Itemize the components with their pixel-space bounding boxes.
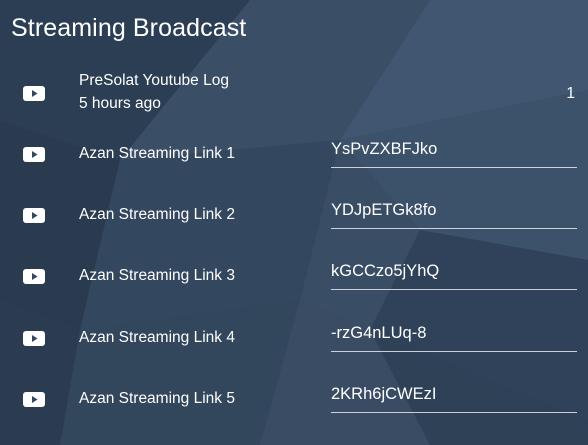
streaming-link-input-3[interactable]: kGCCzo5jYhQ xyxy=(331,260,577,290)
youtube-icon xyxy=(23,392,45,407)
streaming-link-value-1: YsPvZXBFJko xyxy=(331,140,438,158)
streaming-link-input-1[interactable]: YsPvZXBFJko xyxy=(331,138,577,168)
page-title: Streaming Broadcast xyxy=(11,14,247,42)
streaming-link-value-5: 2KRh6jCWEzI xyxy=(331,385,437,403)
streaming-link-row-1: Azan Streaming Link 1 YsPvZXBFJko xyxy=(0,138,588,178)
streaming-link-row-2: Azan Streaming Link 2 YDJpETGk8fo xyxy=(0,199,588,239)
streaming-link-value-2: YDJpETGk8fo xyxy=(331,201,437,219)
streaming-link-value-4: -rzG4nLUq-8 xyxy=(331,324,427,342)
youtube-icon xyxy=(23,147,45,162)
streaming-link-label-4: Azan Streaming Link 4 xyxy=(79,329,235,346)
youtube-icon xyxy=(23,269,45,284)
youtube-log-count: 1 xyxy=(566,85,575,102)
youtube-log-row[interactable]: PreSolat Youtube Log 5 hours ago 1 xyxy=(0,70,588,118)
streaming-link-input-4[interactable]: -rzG4nLUq-8 xyxy=(331,322,577,352)
youtube-log-label: PreSolat Youtube Log xyxy=(79,72,229,89)
youtube-icon xyxy=(23,86,45,101)
youtube-log-time: 5 hours ago xyxy=(79,95,161,112)
streaming-link-row-3: Azan Streaming Link 3 kGCCzo5jYhQ xyxy=(0,260,588,300)
streaming-link-input-5[interactable]: 2KRh6jCWEzI xyxy=(331,383,577,413)
streaming-link-row-5: Azan Streaming Link 5 2KRh6jCWEzI xyxy=(0,383,588,423)
streaming-broadcast-panel: Streaming Broadcast PreSolat Youtube Log… xyxy=(0,0,588,445)
youtube-icon xyxy=(23,331,45,346)
streaming-link-value-3: kGCCzo5jYhQ xyxy=(331,262,440,280)
streaming-link-label-3: Azan Streaming Link 3 xyxy=(79,267,235,284)
streaming-link-input-2[interactable]: YDJpETGk8fo xyxy=(331,199,577,229)
streaming-link-row-4: Azan Streaming Link 4 -rzG4nLUq-8 xyxy=(0,322,588,362)
youtube-icon xyxy=(23,208,45,223)
streaming-link-label-1: Azan Streaming Link 1 xyxy=(79,145,235,162)
streaming-link-label-2: Azan Streaming Link 2 xyxy=(79,206,235,223)
streaming-link-label-5: Azan Streaming Link 5 xyxy=(79,390,235,407)
